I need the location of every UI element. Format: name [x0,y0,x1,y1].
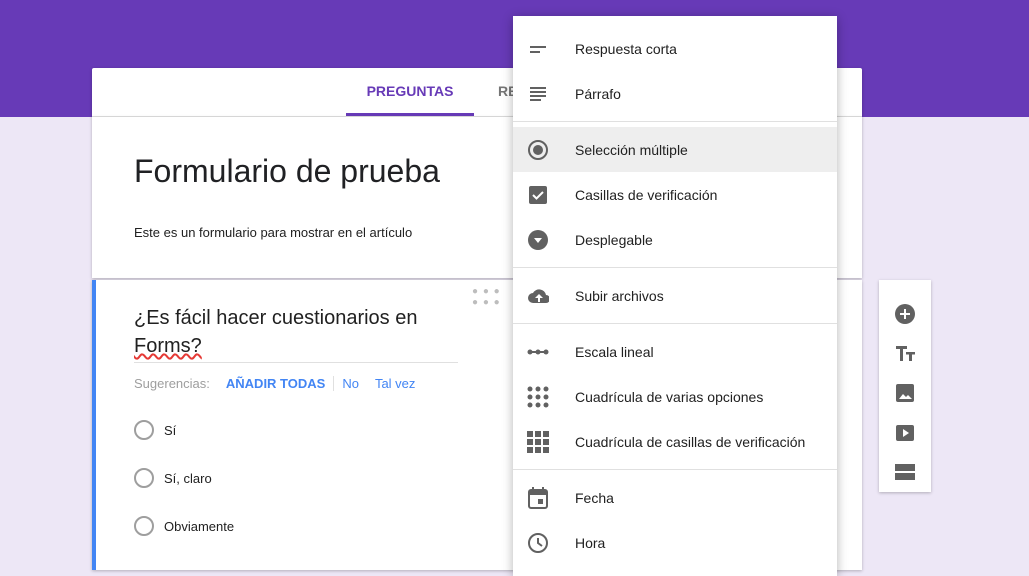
dot-grid-icon [527,386,549,408]
short-text-icon [527,38,549,60]
menu-item-label: Hora [575,534,606,551]
paragraph-icon [527,83,549,105]
menu-item-multiple-choice[interactable]: Selección múltiple [513,127,837,172]
menu-item-multiple-choice-grid[interactable]: Cuadrícula de varias opciones [513,374,837,419]
menu-item-label: Desplegable [575,231,653,248]
divider [513,267,837,268]
menu-item-label: Párrafo [575,85,621,102]
menu-item-linear-scale[interactable]: Escala lineal [513,329,837,374]
menu-item-label: Selección múltiple [575,141,688,158]
question-type-menu: Respuesta corta Párrafo Selección múltip… [513,16,837,576]
divider [513,323,837,324]
menu-item-label: Respuesta corta [575,40,677,57]
option-label[interactable]: Sí [164,423,176,438]
menu-item-label: Cuadrícula de varias opciones [575,388,764,405]
suggestions-label: Sugerencias: [134,376,210,391]
menu-item-time[interactable]: Hora [513,520,837,565]
menu-item-checkboxes[interactable]: Casillas de verificación [513,172,837,217]
add-video-icon[interactable] [885,413,925,453]
menu-item-label: Escala lineal [575,343,654,360]
menu-item-checkbox-grid[interactable]: Cuadrícula de casillas de verificación [513,419,837,464]
suggestions: Sugerencias: AÑADIR TODAS No Tal vez [134,376,431,391]
question-title-input[interactable]: ¿Es fácil hacer cuestionarios en Forms? [134,304,458,363]
tab-questions[interactable]: PREGUNTAS [346,68,474,116]
option-row[interactable]: Obviamente [134,516,234,536]
radio-icon [134,420,154,440]
add-all-button[interactable]: AÑADIR TODAS [226,376,335,391]
menu-item-file-upload[interactable]: Subir archivos [513,273,837,318]
menu-item-label: Cuadrícula de casillas de verificación [575,433,806,450]
menu-item-label: Subir archivos [575,287,664,304]
menu-item-paragraph[interactable]: Párrafo [513,71,837,116]
side-toolbar [879,280,931,492]
cloud-upload-icon [527,285,549,307]
form-title[interactable]: Formulario de prueba [134,153,440,190]
drag-handle-icon[interactable]: ● ● ● ● ● ● [472,286,501,308]
divider [513,469,837,470]
add-section-icon[interactable] [885,452,925,492]
radio-button-icon [527,139,549,161]
radio-icon [134,516,154,536]
question-title-text: ¿Es fácil hacer cuestionarios en [134,307,418,329]
menu-item-date[interactable]: Fecha [513,475,837,520]
square-grid-icon [527,430,549,453]
dropdown-icon [527,229,549,251]
add-image-icon[interactable] [885,373,925,413]
option-row[interactable]: Sí [134,420,176,440]
menu-item-dropdown[interactable]: Desplegable [513,217,837,262]
menu-item-label: Fecha [575,489,614,506]
add-question-icon[interactable] [885,294,925,334]
menu-item-short-answer[interactable]: Respuesta corta [513,26,837,71]
option-row[interactable]: Sí, claro [134,468,212,488]
radio-icon [134,468,154,488]
option-label[interactable]: Obviamente [164,519,234,534]
checkbox-icon [527,184,549,206]
calendar-icon [527,486,549,509]
add-title-icon[interactable] [885,334,925,374]
linear-scale-icon [527,341,549,363]
divider [513,121,837,122]
menu-item-label: Casillas de verificación [575,186,718,203]
suggestion-tal-vez[interactable]: Tal vez [375,376,415,391]
question-title-misspelled: Forms? [134,335,202,357]
clock-icon [527,532,549,554]
form-description[interactable]: Este es un formulario para mostrar en el… [134,225,412,240]
suggestion-no[interactable]: No [342,376,359,391]
option-label[interactable]: Sí, claro [164,471,212,486]
